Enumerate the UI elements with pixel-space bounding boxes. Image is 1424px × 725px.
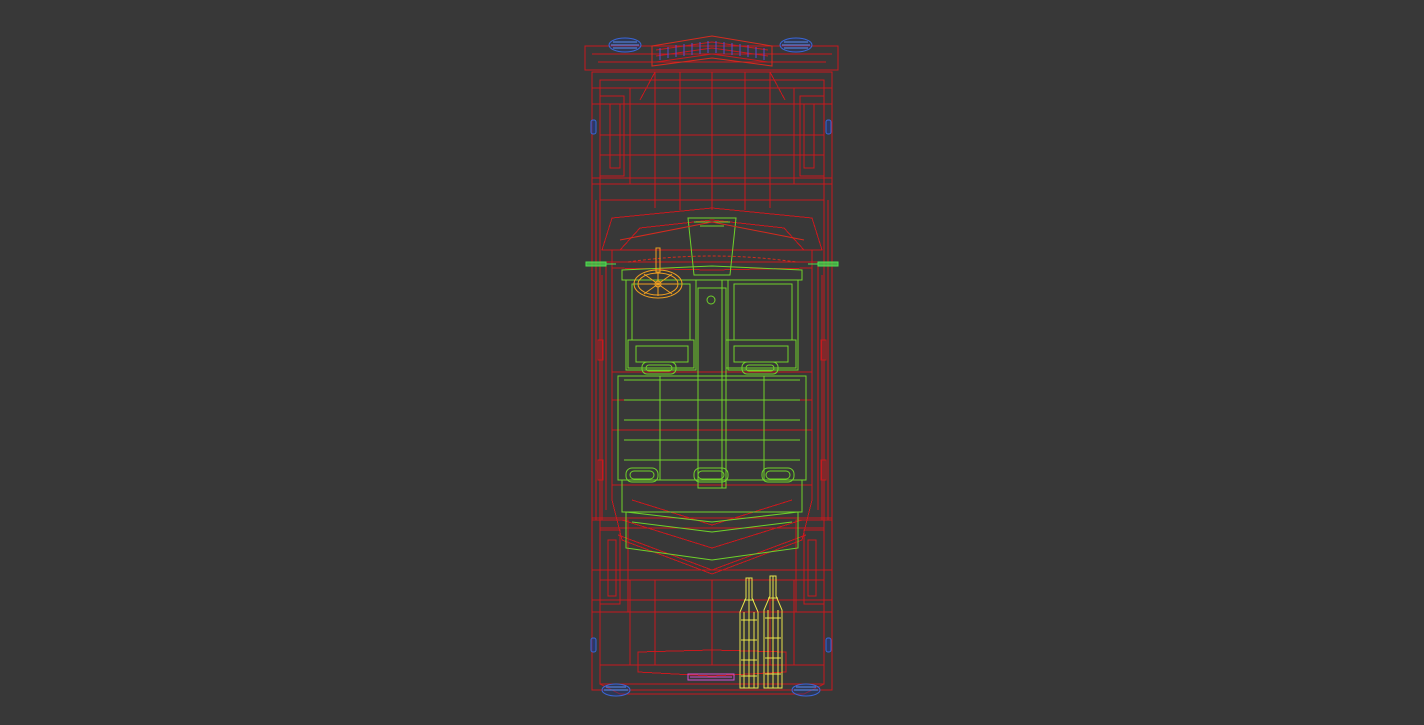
windshield-wireframe[interactable]	[619, 221, 805, 263]
3d-viewport[interactable]	[0, 0, 1424, 725]
wireframe-canvas[interactable]	[0, 0, 1424, 725]
taillights-wireframe[interactable]	[590, 637, 832, 697]
interior-wireframe[interactable]	[617, 217, 807, 561]
steering-wheel-wireframe[interactable]	[633, 247, 683, 299]
side-mirrors-wireframe[interactable]	[585, 261, 839, 267]
car-body-wireframe[interactable]	[584, 45, 839, 695]
bottles-wireframe[interactable]	[739, 575, 783, 689]
headlights-wireframe[interactable]	[590, 37, 832, 135]
